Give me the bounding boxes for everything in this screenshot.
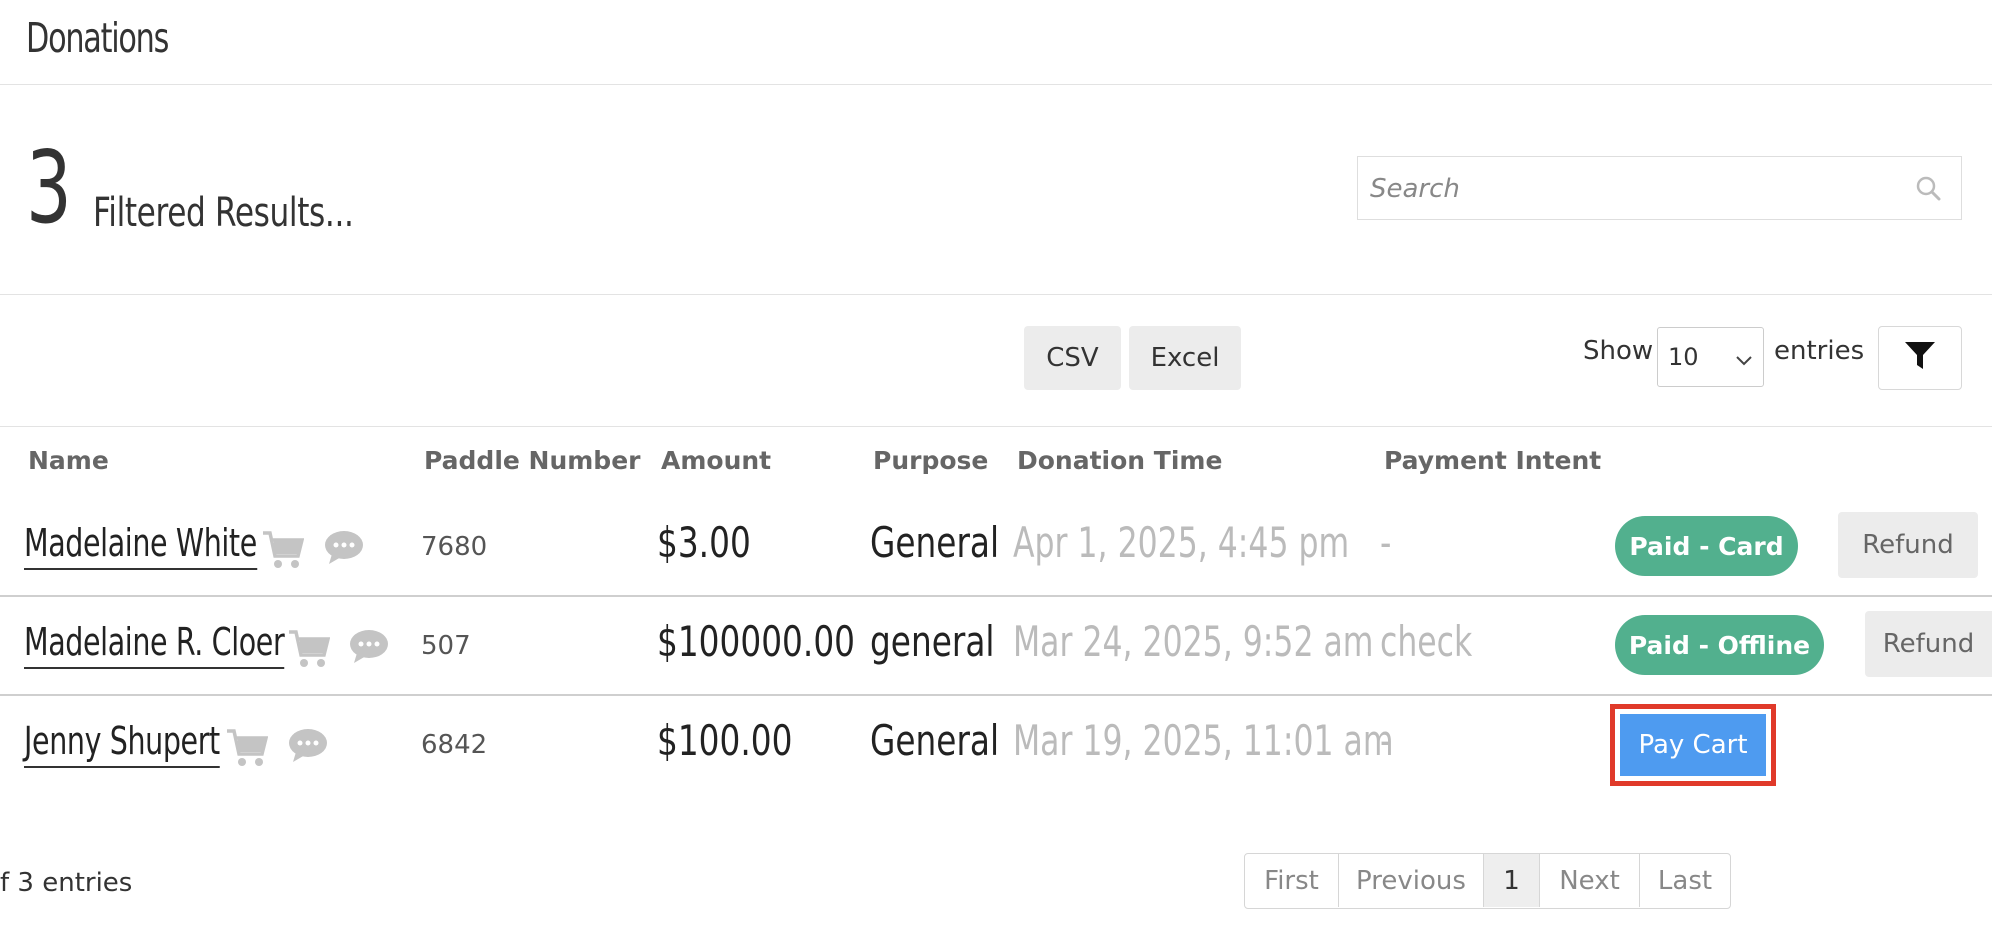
entries-per-page-value: 10 xyxy=(1668,343,1699,371)
donation-purpose: General xyxy=(870,716,1000,765)
column-header-donation-time[interactable]: Donation Time xyxy=(1017,446,1222,475)
donor-name-link[interactable]: Jenny Shupert xyxy=(24,718,220,768)
pagination-next[interactable]: Next xyxy=(1540,854,1640,907)
search-icon[interactable] xyxy=(1915,175,1941,205)
column-header-paddle-number[interactable]: Paddle Number xyxy=(424,446,641,475)
donation-purpose: general xyxy=(870,617,995,666)
pagination-page-1[interactable]: 1 xyxy=(1484,854,1540,907)
donation-time: Mar 24, 2025, 9:52 am xyxy=(1013,617,1374,666)
results-summary: 3 Filtered Results... xyxy=(0,86,1992,295)
payment-intent: - xyxy=(1380,518,1392,567)
donation-amount: $100.00 xyxy=(657,716,793,765)
table-info: f 3 entries xyxy=(0,868,133,898)
column-header-name[interactable]: Name xyxy=(28,446,109,475)
search-input[interactable] xyxy=(1368,167,1892,211)
donation-time: Mar 19, 2025, 11:01 am xyxy=(1013,716,1394,765)
pagination: First Previous 1 Next Last xyxy=(1244,853,1731,909)
results-count: 3 xyxy=(26,129,72,246)
donor-name-link[interactable]: Madelaine White xyxy=(24,520,257,570)
pagination-last[interactable]: Last xyxy=(1640,854,1730,907)
cart-icon[interactable] xyxy=(262,530,305,574)
filter-icon xyxy=(1904,341,1936,375)
donation-time: Apr 1, 2025, 4:45 pm xyxy=(1013,518,1350,567)
refund-button[interactable]: Refund xyxy=(1838,512,1978,578)
entries-label: entries xyxy=(1774,336,1865,366)
chevron-down-icon xyxy=(1735,345,1753,373)
column-header-payment-intent[interactable]: Payment Intent xyxy=(1384,446,1601,475)
cart-icon[interactable] xyxy=(226,728,269,772)
excel-export-button[interactable]: Excel xyxy=(1129,326,1241,390)
paddle-number: 7680 xyxy=(421,532,488,562)
column-header-purpose[interactable]: Purpose xyxy=(873,446,988,475)
comment-icon[interactable] xyxy=(288,728,328,768)
table-toolbar: CSV Excel Show 10 entries xyxy=(0,296,1992,427)
comment-icon[interactable] xyxy=(324,530,364,570)
page-title: Donations xyxy=(26,14,169,62)
pagination-previous[interactable]: Previous xyxy=(1339,854,1484,907)
payment-intent: check xyxy=(1380,617,1473,666)
filter-button[interactable] xyxy=(1878,326,1962,390)
pay-cart-button[interactable]: Pay Cart xyxy=(1620,714,1766,776)
comment-icon[interactable] xyxy=(349,629,389,669)
table-row: Jenny Shupert 6842 $100.00 General Mar 1… xyxy=(0,696,1992,794)
pay-cart-highlight: Pay Cart xyxy=(1610,704,1776,786)
donor-name-link[interactable]: Madelaine R. Cloer xyxy=(24,619,285,669)
donation-purpose: General xyxy=(870,518,1000,567)
paddle-number: 6842 xyxy=(421,730,488,760)
page-header: Donations xyxy=(0,0,1992,85)
table-row: Madelaine White 7680 $3.00 General Apr 1… xyxy=(0,498,1992,596)
cart-icon[interactable] xyxy=(288,629,331,673)
donation-amount: $100000.00 xyxy=(657,617,856,666)
entries-per-page-select[interactable]: 10 xyxy=(1657,327,1764,387)
status-badge: Paid - Card xyxy=(1615,516,1798,576)
show-label: Show xyxy=(1583,336,1654,366)
pagination-first[interactable]: First xyxy=(1245,854,1339,907)
results-label: Filtered Results... xyxy=(93,190,354,236)
donation-amount: $3.00 xyxy=(657,518,751,567)
table-row: Madelaine R. Cloer 507 $100000.00 genera… xyxy=(0,597,1992,695)
csv-export-button[interactable]: CSV xyxy=(1024,326,1121,390)
status-badge: Paid - Offline xyxy=(1615,615,1824,675)
search-box[interactable] xyxy=(1357,156,1962,220)
column-header-amount[interactable]: Amount xyxy=(661,446,771,475)
paddle-number: 507 xyxy=(421,631,471,661)
payment-intent: - xyxy=(1380,716,1392,765)
refund-button[interactable]: Refund xyxy=(1865,611,1992,677)
